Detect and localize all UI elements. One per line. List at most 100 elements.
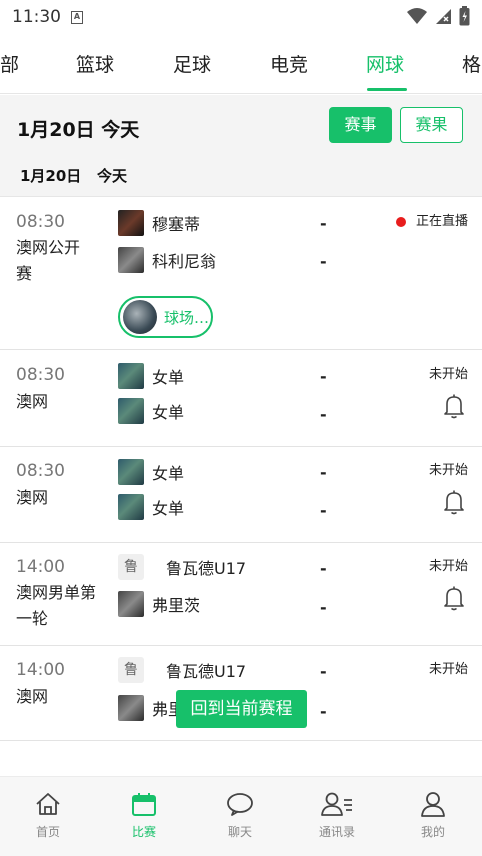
- date-header: 1月20日 今天 赛事 赛果: [0, 95, 482, 157]
- contacts-icon: [321, 792, 352, 816]
- player-avatar: [118, 494, 144, 520]
- sub-today: 今天: [96, 167, 127, 185]
- active-tab-indicator: [367, 88, 407, 91]
- player-avatar: [118, 695, 144, 721]
- player-avatar: [118, 247, 144, 273]
- match-competition: 澳网: [16, 392, 49, 411]
- match-card[interactable]: 08:30 澳网 女单 女单 - - 未开始: [0, 447, 482, 543]
- player-name: 弗里茨: [152, 596, 201, 615]
- match-card[interactable]: 08:30 澳网 女单 女单 - - 未开始: [0, 351, 482, 447]
- venue-image: [123, 300, 157, 334]
- player-avatar: [118, 591, 144, 617]
- player-row: 女单: [118, 494, 184, 520]
- match-time: 08:30: [16, 365, 65, 385]
- match-time: 14:00: [16, 557, 65, 577]
- player-avatar: [118, 363, 144, 389]
- score: -: [320, 501, 327, 520]
- sub-date-header: 1月20日 今天: [0, 157, 482, 197]
- score: -: [320, 252, 327, 271]
- player-row: 科利尼翁: [118, 247, 216, 273]
- nav-profile-label: 我的: [420, 825, 445, 839]
- tab-basketball[interactable]: 篮球: [76, 50, 114, 77]
- match-card[interactable]: 08:30 澳网公开赛 穆塞蒂 科利尼翁 - - 正在直播 球场…: [0, 198, 482, 350]
- player-name: 鲁瓦德U17: [166, 662, 247, 681]
- player-avatar: [118, 459, 144, 485]
- nav-home[interactable]: 首页: [18, 791, 78, 840]
- score: -: [320, 559, 327, 578]
- score: -: [320, 367, 327, 386]
- nav-chat-label: 聊天: [227, 825, 252, 839]
- player-avatar: [118, 210, 144, 236]
- player-row: 弗里: [118, 695, 184, 721]
- profile-icon: [421, 792, 445, 817]
- venue-button[interactable]: 球场…: [118, 296, 213, 338]
- match-time: 08:30: [16, 212, 65, 232]
- match-time: 14:00: [16, 660, 65, 680]
- status-text: 未开始: [428, 367, 468, 382]
- player-avatar: [118, 398, 144, 424]
- nav-profile[interactable]: 我的: [403, 791, 463, 840]
- back-to-current-button[interactable]: 回到当前赛程: [176, 690, 307, 728]
- nav-contacts-label: 通讯录: [318, 825, 355, 839]
- player-name: 穆塞蒂: [152, 215, 201, 234]
- status-icons: [407, 6, 470, 26]
- score: -: [320, 463, 327, 482]
- player-row: 鲁 鲁瓦德U17: [118, 554, 246, 580]
- match-competition: 澳网男单第一轮: [16, 583, 97, 628]
- bell-icon[interactable]: [442, 585, 466, 611]
- score: -: [320, 214, 327, 233]
- player-row: 鲁 鲁瓦德U17: [118, 657, 246, 683]
- events-button[interactable]: 赛事: [329, 107, 392, 143]
- nav-contacts[interactable]: 通讯录: [307, 791, 367, 840]
- player-row: 女单: [118, 363, 184, 389]
- tab-football[interactable]: 足球: [173, 50, 211, 77]
- match-time: 08:30: [16, 461, 65, 481]
- player-name: 鲁瓦德U17: [166, 559, 247, 578]
- nav-home-label: 首页: [35, 825, 60, 839]
- status-text: 未开始: [428, 463, 468, 478]
- tab-tennis[interactable]: 网球: [366, 50, 404, 77]
- player-name: 女单: [152, 464, 185, 483]
- player-name: 女单: [152, 499, 185, 518]
- player-name: 女单: [152, 403, 185, 422]
- match-competition: 澳网: [16, 488, 49, 507]
- status-text: 未开始: [428, 559, 468, 574]
- player-row: 女单: [118, 459, 184, 485]
- signal-icon: [436, 9, 451, 24]
- bottom-nav: 首页 比赛 聊天 通讯录 我的: [0, 776, 482, 856]
- bell-icon[interactable]: [442, 393, 466, 419]
- home-icon: [36, 793, 60, 815]
- player-row: 穆塞蒂: [118, 210, 200, 236]
- score: -: [320, 702, 327, 721]
- chat-icon: [227, 793, 253, 816]
- score: -: [320, 662, 327, 681]
- nav-matches[interactable]: 比赛: [114, 791, 174, 840]
- live-dot-icon: [395, 216, 406, 227]
- score: -: [320, 405, 327, 424]
- sub-date: 1月20日: [20, 167, 82, 185]
- match-competition: 澳网: [16, 687, 49, 706]
- player-name: 科利尼翁: [152, 252, 217, 271]
- status-time: 11:30: [12, 7, 61, 27]
- calendar-icon: [132, 793, 156, 816]
- nav-chat[interactable]: 聊天: [210, 791, 270, 840]
- status-text: 未开始: [428, 662, 468, 677]
- date-title: 1月20日 今天: [17, 119, 140, 141]
- nav-matches-label: 比赛: [131, 825, 156, 839]
- status-bar: 11:30 A: [0, 0, 482, 34]
- live-status: 正在直播: [395, 210, 468, 229]
- score: -: [320, 598, 327, 617]
- sport-tabs: 部 篮球 足球 电竞 网球 格: [0, 34, 482, 94]
- player-row: 弗里茨: [118, 591, 200, 617]
- tab-all[interactable]: 部: [0, 50, 19, 77]
- player-badge: 鲁: [118, 657, 144, 683]
- match-card[interactable]: 14:00 澳网男单第一轮 鲁 鲁瓦德U17 弗里茨 - - 未开始: [0, 543, 482, 646]
- player-badge: 鲁: [118, 554, 144, 580]
- player-name: 女单: [152, 368, 185, 387]
- results-button[interactable]: 赛果: [400, 107, 463, 143]
- tab-esports[interactable]: 电竞: [270, 50, 308, 77]
- sub-date-label: 1月20日 今天: [20, 165, 127, 186]
- tab-fighting[interactable]: 格: [462, 50, 481, 77]
- bell-icon[interactable]: [442, 489, 466, 515]
- notification-a-icon: A: [71, 10, 83, 24]
